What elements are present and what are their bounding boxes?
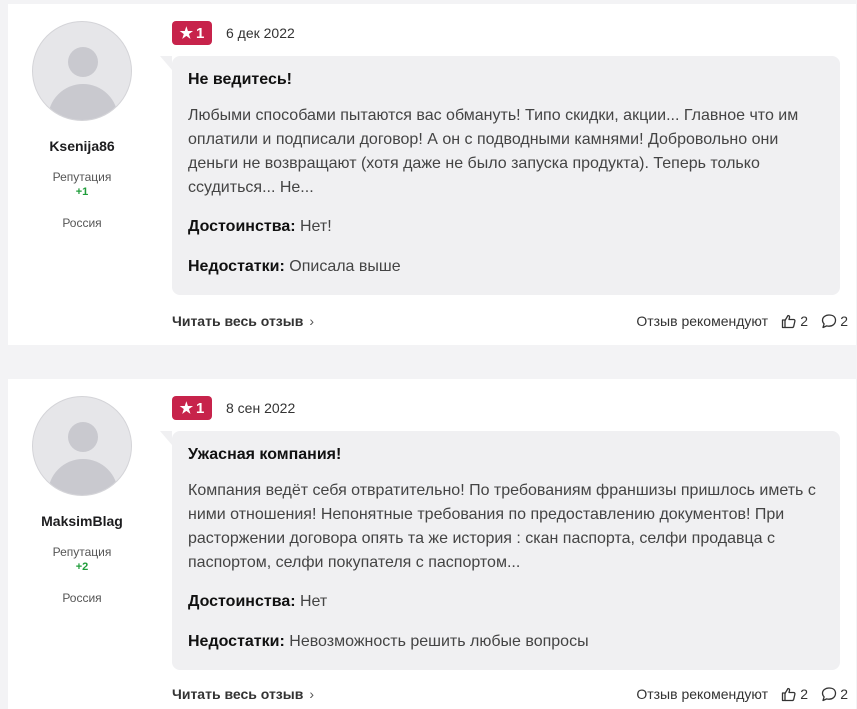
- recommend-label: Отзыв рекомендуют: [636, 686, 768, 702]
- like-button[interactable]: 2: [781, 686, 808, 702]
- review-cons: Недостатки: Невозможность решить любые в…: [188, 630, 824, 654]
- comments-count: 2: [840, 686, 848, 702]
- star-icon: ★: [179, 400, 194, 417]
- avatar[interactable]: [32, 396, 132, 496]
- comments-button[interactable]: 2: [821, 313, 848, 329]
- user-country: Россия: [62, 591, 102, 605]
- like-button[interactable]: 2: [781, 313, 808, 329]
- pros-label: Достоинства:: [188, 593, 296, 610]
- pros-label: Достоинства:: [188, 218, 296, 235]
- review-pros: Достоинства: Нет: [188, 590, 824, 614]
- rating-value: 1: [196, 399, 205, 417]
- username[interactable]: Ksenija86: [8, 138, 156, 154]
- chevron-right-icon: ›: [309, 686, 314, 702]
- comments-count: 2: [840, 313, 848, 329]
- username[interactable]: MaksimBlag: [8, 513, 156, 529]
- cons-text: Невозможность решить любые вопросы: [289, 633, 589, 650]
- review-title[interactable]: Ужасная компания!: [188, 446, 824, 464]
- avatar-placeholder-body: [48, 459, 118, 495]
- avatar-placeholder-head: [68, 47, 98, 77]
- rating-badge: ★ 1: [172, 396, 212, 420]
- review-card: MaksimBlag Репутация +2 Россия ★ 1 8 сен…: [8, 379, 856, 709]
- reputation-value: +1: [75, 186, 89, 198]
- cons-label: Недостатки:: [188, 258, 285, 275]
- read-more-label: Читать весь отзыв: [172, 686, 304, 702]
- cons-label: Недостатки:: [188, 633, 285, 650]
- review-footer: Читать весь отзыв › Отзыв рекомендуют 2 2: [172, 313, 848, 333]
- review-date: 6 дек 2022: [226, 25, 295, 41]
- review-pros: Достоинства: Нет!: [188, 215, 824, 239]
- review-text: Любыми способами пытаются вас обмануть! …: [188, 107, 799, 196]
- review-title[interactable]: Не ведитесь!: [188, 71, 824, 89]
- pros-text: Нет: [300, 593, 328, 610]
- review-card: Ksenija86 Репутация +1 Россия ★ 1 6 дек …: [8, 4, 856, 345]
- read-full-review-link[interactable]: Читать весь отзыв ›: [172, 686, 314, 702]
- avatar[interactable]: [32, 21, 132, 121]
- reputation-label: Репутация: [52, 545, 112, 559]
- chevron-right-icon: ›: [309, 313, 314, 329]
- likes-count: 2: [800, 686, 808, 702]
- reputation-label: Репутация: [52, 170, 112, 184]
- review-text: Компания ведёт себя отвратительно! По тр…: [188, 482, 816, 571]
- comment-icon: [822, 314, 837, 329]
- thumbs-up-icon: [782, 314, 796, 329]
- recommend-label: Отзыв рекомендуют: [636, 313, 768, 329]
- review-date: 8 сен 2022: [226, 400, 296, 416]
- review-body: Не ведитесь! Любыми способами пытаются в…: [160, 56, 840, 295]
- thumbs-up-icon: [782, 687, 796, 702]
- avatar-placeholder-head: [68, 422, 98, 452]
- star-icon: ★: [179, 25, 194, 42]
- review-body: Ужасная компания! Компания ведёт себя от…: [160, 431, 840, 670]
- comment-icon: [822, 687, 837, 702]
- likes-count: 2: [800, 313, 808, 329]
- comments-button[interactable]: 2: [821, 686, 848, 702]
- read-more-label: Читать весь отзыв: [172, 313, 304, 329]
- pros-text: Нет!: [300, 218, 332, 235]
- avatar-placeholder-body: [48, 84, 118, 120]
- rating-value: 1: [196, 24, 205, 42]
- reputation-value: +2: [75, 561, 89, 573]
- review-footer: Читать весь отзыв › Отзыв рекомендуют 2 2: [172, 686, 848, 706]
- rating-badge: ★ 1: [172, 21, 212, 45]
- cons-text: Описала выше: [289, 258, 401, 275]
- user-country: Россия: [62, 216, 102, 230]
- read-full-review-link[interactable]: Читать весь отзыв ›: [172, 313, 314, 329]
- review-cons: Недостатки: Описала выше: [188, 255, 824, 279]
